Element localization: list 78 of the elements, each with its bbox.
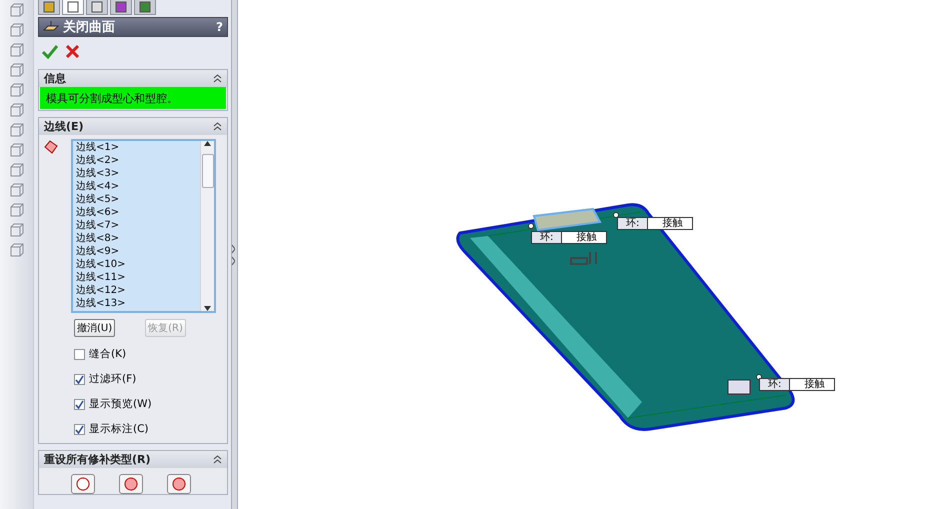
cube-icon[interactable] [8,22,24,38]
close-icon[interactable] [66,45,79,58]
checkbox[interactable] [74,398,85,410]
collapse-icon[interactable] [213,74,222,83]
cube-icon[interactable] [8,42,24,58]
panel-title: 关闭曲面 [63,18,115,36]
cube-icon[interactable] [8,162,24,178]
patch-type-button[interactable] [71,474,95,494]
list-item[interactable]: 边线<5> [76,193,197,206]
panel-tab[interactable] [110,0,132,15]
callout-value: 接触 [575,232,598,243]
list-item[interactable]: 边线<10> [76,258,197,271]
circle-icon [172,477,186,491]
checkbox-label[interactable]: 过滤环(F) [89,372,136,386]
panel-tab[interactable] [62,0,84,15]
edge-selection-icon [43,139,59,155]
cube-icon[interactable] [8,62,24,78]
cube-icon[interactable] [8,182,24,198]
cube-icon[interactable] [8,2,24,18]
patch-type-button[interactable] [167,474,191,494]
cube-icon[interactable] [8,222,24,238]
callout-value: 接触 [661,218,684,229]
checkbox[interactable] [74,374,85,384]
callout-value: 接触 [803,379,826,390]
list-item[interactable]: 边线<7> [76,219,197,232]
anchor-dot-icon [613,212,619,218]
checkbox[interactable] [74,348,85,360]
scrollbar[interactable] [200,141,214,311]
group-header[interactable]: 信息 [39,70,227,87]
list-item[interactable]: 边线<1> [76,141,197,154]
group-title: 信息 [44,71,66,86]
panel-tab[interactable] [86,0,108,15]
panel-tab[interactable] [134,0,156,15]
circle-icon [76,477,90,491]
list-item[interactable]: 边线<4> [76,180,197,193]
cube-icon[interactable] [8,242,24,258]
list-item[interactable]: 边线<11> [76,271,197,284]
loop-callout[interactable]: 环: 接触 [531,231,608,244]
splitter-handle-icon[interactable] [232,242,235,266]
cube-icon[interactable] [8,142,24,158]
list-item[interactable]: 边线<12> [76,284,197,297]
checkbox-label[interactable]: 显示标注(C) [89,422,149,436]
panel-tab[interactable] [38,0,60,15]
checkmark-icon[interactable] [42,45,58,59]
anchor-dot-icon [528,223,534,229]
group-header[interactable]: 重设所有修补类型(R) [39,451,227,468]
info-message: 模具可分割成型心和型腔。 [40,87,226,109]
collapse-icon[interactable] [213,122,222,131]
checkbox[interactable] [74,424,85,434]
cube-icon[interactable] [8,102,24,118]
group-title: 边线(E) [44,119,84,134]
callout-label: 环: [618,218,648,229]
collapse-icon[interactable] [213,455,222,464]
callout-label: 环: [532,232,562,243]
list-item[interactable]: 边线<3> [76,167,197,180]
scroll-up-icon[interactable] [204,141,211,146]
loop-callout[interactable]: 环: 接触 [617,217,694,230]
checkbox-label[interactable]: 显示预览(W) [89,397,152,411]
circle-icon [124,477,138,491]
patch-type-button[interactable] [119,474,143,494]
group-title: 重设所有修补类型(R) [44,452,151,467]
help-button[interactable]: ? [216,20,223,34]
cube-icon[interactable] [8,122,24,138]
undo-button[interactable]: 撤消(U) [74,319,116,337]
cube-icon[interactable] [8,82,24,98]
list-item[interactable]: 边线<9> [76,245,197,258]
loop-callout[interactable]: 环: 接触 [759,378,836,391]
scroll-thumb[interactable] [202,154,214,188]
list-item[interactable]: 边线<2> [76,154,197,167]
edge-list[interactable]: 边线<1> 边线<2> 边线<3> 边线<4> 边线<5> 边线<6> 边线<7> 边线<8> 边线<9> 边线<10> 边线<11> 边线<12> 边线<13> [71,139,216,313]
group-header[interactable]: 边线(E) [39,118,227,135]
list-item[interactable]: 边线<6> [76,206,197,219]
checkbox-label[interactable]: 缝合(K) [89,347,126,361]
callout-label: 环: [760,379,790,390]
list-item[interactable]: 边线<13> [76,297,197,310]
cube-icon[interactable] [8,202,24,218]
list-item[interactable]: 边线<8> [76,232,197,245]
scroll-down-icon[interactable] [204,306,211,311]
